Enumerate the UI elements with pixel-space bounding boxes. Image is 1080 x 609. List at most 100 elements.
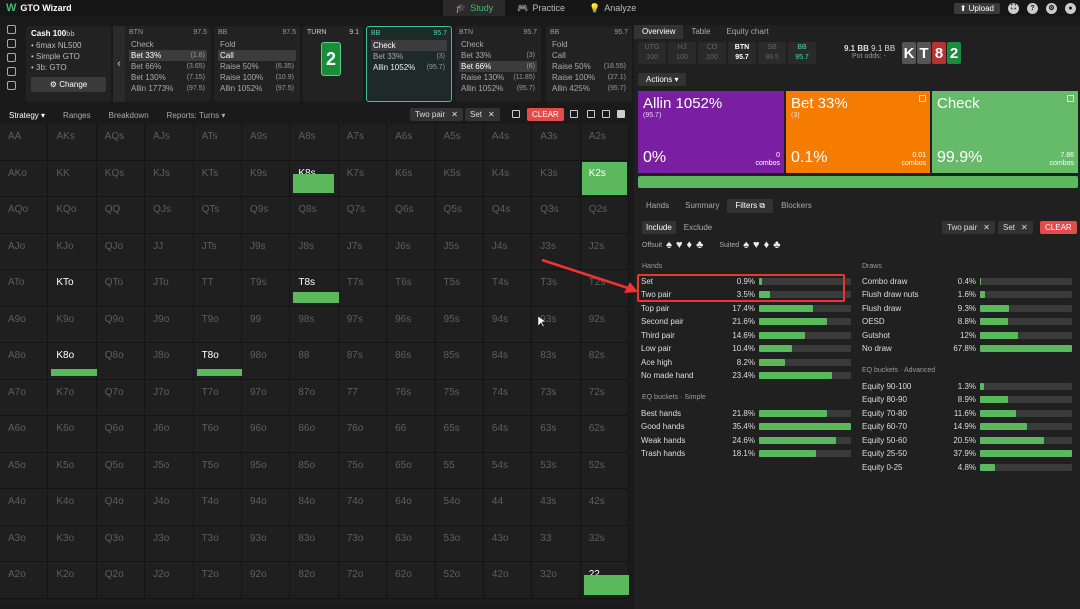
tab-reports[interactable]: Reports: Turns ▾ [158, 111, 235, 120]
grid-icon[interactable] [602, 110, 610, 118]
tab-overview[interactable]: Overview [634, 25, 684, 39]
hand-cell[interactable]: K9s [241, 160, 291, 197]
hand-cell[interactable]: 77 [338, 379, 388, 416]
hand-cell[interactable]: T4o [193, 489, 242, 526]
tab-filters[interactable]: Filters ⧉ [727, 199, 774, 213]
hand-cell[interactable]: KTs [193, 160, 242, 197]
seat-bb[interactable]: BB 95.7 [788, 42, 816, 64]
hand-cell[interactable]: JJ [145, 233, 194, 270]
hand-cell[interactable]: Q5s [435, 197, 484, 234]
tab-hands[interactable]: Hands [638, 199, 677, 213]
hand-cell[interactable]: 53o [435, 525, 484, 562]
hand-cell[interactable]: 43o [483, 525, 533, 562]
position-card-bb[interactable]: BB 95.7 Fold Call Raise 50% (18.55) Raise 100%… [546, 26, 632, 102]
seat-btn[interactable]: BTN 95.7 [728, 42, 756, 64]
hand-cell[interactable]: 85s [435, 343, 484, 380]
hand-cell[interactable]: 98s [290, 306, 339, 343]
action-option[interactable]: Raise 100% (10.9) [218, 72, 296, 83]
hand-cell[interactable]: 82o [290, 562, 339, 599]
hand-cell[interactable]: 64o [387, 489, 436, 526]
action-option[interactable]: Call [218, 50, 296, 61]
hand-cell[interactable]: AKo [0, 160, 49, 197]
hand-cell[interactable]: K7s [338, 160, 388, 197]
hand-cell[interactable]: 95o [241, 452, 291, 489]
hand-cell[interactable]: 75o [338, 452, 388, 489]
hand-cell[interactable]: 72s [580, 379, 630, 416]
hand-cell[interactable]: 94s [483, 306, 533, 343]
action-option[interactable]: Bet 33% (3) [459, 50, 537, 61]
hand-cell[interactable]: Q2s [580, 197, 630, 234]
filter-chip-set[interactable]: Set ✕ [465, 108, 500, 121]
hand-cell[interactable]: 87o [290, 379, 339, 416]
hand-cell[interactable]: ATo [0, 270, 49, 307]
hand-cell[interactable]: A2o [0, 562, 49, 599]
hand-cell[interactable]: 66 [387, 416, 436, 453]
hand-cell[interactable]: K6s [387, 160, 436, 197]
filter-row[interactable]: Good hands 35.4% [641, 421, 851, 433]
filter-row[interactable]: Equity 90-100 1.3% [862, 380, 1072, 392]
change-button[interactable]: ⚙ Change [31, 77, 106, 92]
close-icon[interactable]: ✕ [451, 110, 458, 119]
hand-cell[interactable]: T3o [193, 525, 242, 562]
club-icon[interactable]: ♣ [773, 239, 780, 251]
hand-cell[interactable]: A5s [435, 124, 484, 161]
hand-cell[interactable]: T5o [193, 452, 242, 489]
expand-icon[interactable] [919, 95, 926, 102]
hand-cell[interactable]: 96o [241, 416, 291, 453]
hand-cell[interactable]: 95s [435, 306, 484, 343]
heart-icon[interactable]: ♥ [676, 239, 683, 251]
hand-cell[interactable]: 54s [483, 452, 533, 489]
hand-cell[interactable]: Q8s [290, 197, 339, 234]
hand-cell[interactable]: K4s [483, 160, 533, 197]
hand-cell[interactable]: J5s [435, 233, 484, 270]
action-box[interactable]: Check 99.9% 7.86 combos [932, 91, 1078, 173]
hand-cell[interactable]: JTo [145, 270, 194, 307]
hand-cell[interactable]: J9s [241, 233, 291, 270]
hand-cell[interactable]: 43s [532, 489, 581, 526]
hand-cell[interactable]: 52s [580, 452, 630, 489]
gear-icon[interactable]: ⚙ [1046, 2, 1057, 14]
hand-cell[interactable]: KQo [48, 197, 97, 234]
hand-cell[interactable]: 92o [241, 562, 291, 599]
hand-cell[interactable]: K3s [532, 160, 581, 197]
hand-cell[interactable]: 82s [580, 343, 630, 380]
hand-cell[interactable]: Q6s [387, 197, 436, 234]
hand-cell[interactable]: AJo [0, 233, 49, 270]
hand-cell[interactable]: Q7o [96, 379, 146, 416]
hand-cell[interactable]: 32s [580, 525, 630, 562]
hand-cell[interactable]: J4o [145, 489, 194, 526]
hand-cell[interactable]: AQo [0, 197, 49, 234]
hand-cell[interactable]: AJs [145, 124, 194, 161]
hand-cell[interactable]: 62o [387, 562, 436, 599]
hand-cell[interactable]: 76s [387, 379, 436, 416]
hand-cell[interactable]: A7o [0, 379, 49, 416]
action-option[interactable]: Allin 1052% (95.7) [459, 83, 537, 94]
filter-row[interactable]: OESD 8.8% [862, 316, 1072, 328]
hand-cell[interactable]: 96s [387, 306, 436, 343]
filter-chip-set[interactable]: Set ✕ [998, 221, 1033, 234]
hand-cell[interactable]: QJo [96, 233, 146, 270]
hand-cell[interactable]: KJo [48, 233, 97, 270]
filter-row[interactable]: Equity 25-50 37.9% [862, 448, 1072, 460]
hand-cell[interactable]: 64s [483, 416, 533, 453]
filter-row[interactable]: Flush draw 9.3% [862, 302, 1072, 314]
refresh-icon[interactable] [6, 39, 16, 48]
hand-cell[interactable]: K2o [48, 562, 97, 599]
hand-cell[interactable]: KJs [145, 160, 194, 197]
hand-cell[interactable]: 65o [387, 452, 436, 489]
hand-cell[interactable]: QTs [193, 197, 242, 234]
spade-icon[interactable]: ♠ [743, 239, 749, 251]
hand-cell[interactable]: A8o [0, 343, 49, 380]
action-option[interactable]: Check [459, 39, 537, 50]
hand-cell[interactable]: K6o [48, 416, 97, 453]
hand-cell[interactable]: 85o [290, 452, 339, 489]
hand-cell[interactable]: 92s [580, 306, 630, 343]
seat-hj[interactable]: HJ 100 [668, 42, 696, 64]
close-icon[interactable]: ✕ [488, 110, 495, 119]
hand-cell[interactable]: QTo [96, 270, 146, 307]
hand-cell[interactable]: 86o [290, 416, 339, 453]
clear-button[interactable]: CLEAR [1040, 221, 1077, 234]
hand-cell[interactable]: T6s [387, 270, 436, 307]
hand-cell[interactable]: 42s [580, 489, 630, 526]
close-icon[interactable]: ✕ [1021, 223, 1028, 232]
